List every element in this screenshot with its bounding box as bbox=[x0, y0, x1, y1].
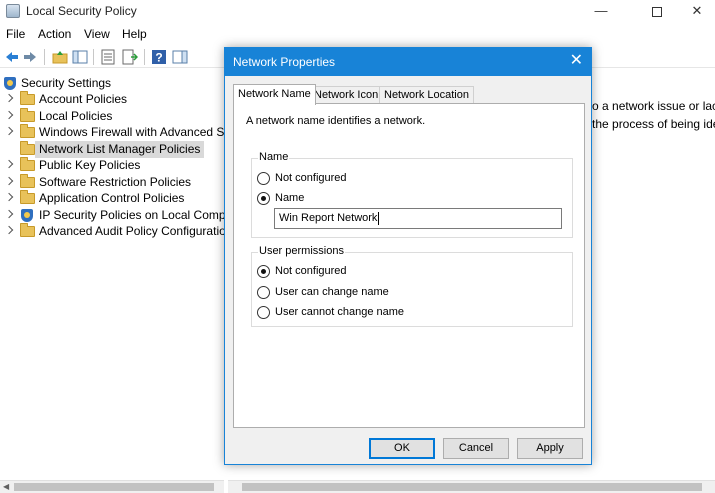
close-window-button[interactable]: ✕ bbox=[674, 0, 715, 22]
tree-item-label: Public Key Policies bbox=[39, 158, 141, 172]
folder-icon bbox=[20, 157, 35, 171]
chevron-right-icon[interactable] bbox=[4, 176, 14, 186]
show-hide-tree-icon[interactable] bbox=[72, 49, 88, 65]
tab-network-name[interactable]: Network Name bbox=[233, 84, 316, 105]
tab-network-icon[interactable]: Network Icon bbox=[309, 86, 384, 104]
radio-label: Not configured bbox=[275, 265, 347, 277]
chevron-right-icon[interactable] bbox=[4, 225, 14, 235]
ip-security-icon bbox=[21, 209, 33, 222]
menu-action[interactable]: Action bbox=[38, 27, 71, 41]
dialog-close-button[interactable]: ✕ bbox=[570, 52, 583, 70]
radio-label: User cannot change name bbox=[275, 306, 405, 318]
tree-item-label: Account Policies bbox=[39, 92, 128, 106]
toolbar-separator bbox=[44, 49, 45, 65]
apply-button[interactable]: Apply bbox=[517, 438, 583, 459]
folder-icon bbox=[20, 141, 35, 155]
scrollbar-thumb[interactable] bbox=[14, 483, 214, 491]
tree-item-label: IP Security Policies on Local Compute bbox=[39, 208, 224, 222]
menu-view[interactable]: View bbox=[84, 27, 110, 41]
security-settings-icon bbox=[4, 77, 16, 90]
ok-button[interactable]: OK bbox=[369, 438, 435, 459]
tree-item-software-restriction-policies[interactable]: Software Restriction Policies bbox=[0, 174, 224, 191]
tree-item-application-control-policies[interactable]: Application Control Policies bbox=[0, 190, 224, 207]
tree-item-label: Security Settings bbox=[21, 76, 112, 90]
tab-network-location[interactable]: Network Location bbox=[379, 86, 474, 104]
details-horizontal-scrollbar[interactable] bbox=[228, 480, 715, 493]
tree-horizontal-scrollbar[interactable]: ◀ bbox=[0, 480, 224, 493]
menu-file[interactable]: File bbox=[6, 27, 25, 41]
cancel-button[interactable]: Cancel bbox=[443, 438, 509, 459]
user-permissions-groupbox: User permissions Not configured User can… bbox=[251, 245, 573, 327]
tree-item-label: Application Control Policies bbox=[39, 191, 185, 205]
tree-item-account-policies[interactable]: Account Policies bbox=[0, 91, 224, 108]
help-icon[interactable]: ? bbox=[151, 49, 167, 65]
menu-bar: File Action View Help bbox=[0, 25, 715, 45]
tree-item-label: Advanced Audit Policy Configuration bbox=[39, 224, 224, 238]
folder-icon bbox=[20, 91, 35, 105]
folder-icon bbox=[20, 223, 35, 237]
tree-item-ip-security-policies[interactable]: IP Security Policies on Local Compute bbox=[0, 207, 224, 224]
dialog-titlebar: Network Properties ✕ bbox=[225, 48, 591, 76]
forward-arrow-icon[interactable] bbox=[22, 49, 38, 65]
policy-description-line-1: o a network issue or lack bbox=[592, 99, 715, 113]
tree-item-local-policies[interactable]: Local Policies bbox=[0, 108, 224, 125]
toolbar-separator bbox=[144, 49, 145, 65]
name-groupbox: Name Not configured Name Win Report Netw… bbox=[251, 151, 573, 238]
toolbar-separator bbox=[93, 49, 94, 65]
properties-icon[interactable] bbox=[100, 49, 116, 65]
tree-item-label: Windows Firewall with Advanced Secu bbox=[39, 125, 224, 139]
minimize-button[interactable]: — bbox=[578, 0, 624, 22]
tree-item-network-list-manager-policies[interactable]: Network List Manager Policies bbox=[0, 141, 224, 158]
tree-item-public-key-policies[interactable]: Public Key Policies bbox=[0, 157, 224, 174]
name-group-label: Name bbox=[258, 151, 290, 163]
tree-pane: Security Settings Account Policies Local… bbox=[0, 72, 224, 480]
svg-text:?: ? bbox=[155, 51, 162, 65]
scrollbar-thumb[interactable] bbox=[242, 483, 702, 491]
radio-label: User can change name bbox=[275, 286, 389, 298]
policy-description-line-2: the process of being ident bbox=[592, 117, 715, 131]
scroll-left-icon[interactable]: ◀ bbox=[3, 482, 9, 491]
chevron-right-icon[interactable] bbox=[4, 126, 14, 136]
folder-icon bbox=[20, 174, 35, 188]
local-security-policy-icon bbox=[6, 4, 20, 18]
name-not-configured-radio[interactable] bbox=[257, 172, 270, 185]
network-properties-dialog: Network Properties ✕ Network Name Networ… bbox=[224, 47, 592, 465]
folder-icon bbox=[20, 190, 35, 204]
chevron-right-icon[interactable] bbox=[4, 110, 14, 120]
tree-item-label: Network List Manager Policies bbox=[35, 141, 205, 158]
user-cannot-change-name-radio[interactable] bbox=[257, 306, 270, 319]
folder-up-icon[interactable] bbox=[52, 49, 68, 65]
tree-item-label: Local Policies bbox=[39, 109, 113, 123]
name-custom-radio[interactable] bbox=[257, 192, 270, 205]
chevron-right-icon[interactable] bbox=[4, 192, 14, 202]
window-title: Local Security Policy bbox=[26, 4, 137, 18]
dialog-description: A network name identifies a network. bbox=[246, 115, 426, 127]
menu-help[interactable]: Help bbox=[122, 27, 147, 41]
chevron-right-icon[interactable] bbox=[4, 209, 14, 219]
radio-label: Not configured bbox=[275, 172, 347, 184]
network-name-value: Win Report Network bbox=[279, 212, 378, 224]
radio-label: Name bbox=[275, 192, 305, 204]
back-arrow-icon[interactable] bbox=[4, 49, 20, 65]
tree-item-windows-firewall[interactable]: Windows Firewall with Advanced Secu bbox=[0, 124, 224, 141]
user-permissions-group-label: User permissions bbox=[258, 245, 345, 257]
user-can-change-name-radio[interactable] bbox=[257, 286, 270, 299]
network-name-input[interactable]: Win Report Network bbox=[274, 208, 562, 229]
text-caret bbox=[378, 211, 380, 225]
show-action-pane-icon[interactable] bbox=[172, 49, 188, 65]
export-list-icon[interactable] bbox=[122, 49, 138, 65]
window-titlebar: Local Security Policy — ✕ bbox=[0, 0, 715, 24]
chevron-right-icon[interactable] bbox=[4, 93, 14, 103]
permissions-not-configured-radio[interactable] bbox=[257, 265, 270, 278]
folder-icon bbox=[20, 124, 35, 138]
chevron-right-icon[interactable] bbox=[4, 159, 14, 169]
tree-item-advanced-audit-policy[interactable]: Advanced Audit Policy Configuration bbox=[0, 223, 224, 240]
maximize-icon bbox=[652, 6, 662, 17]
tree-item-label: Software Restriction Policies bbox=[39, 175, 192, 189]
dialog-title: Network Properties bbox=[233, 55, 336, 69]
folder-icon bbox=[20, 108, 35, 122]
tab-panel-network-name: A network name identifies a network. Nam… bbox=[233, 103, 585, 428]
